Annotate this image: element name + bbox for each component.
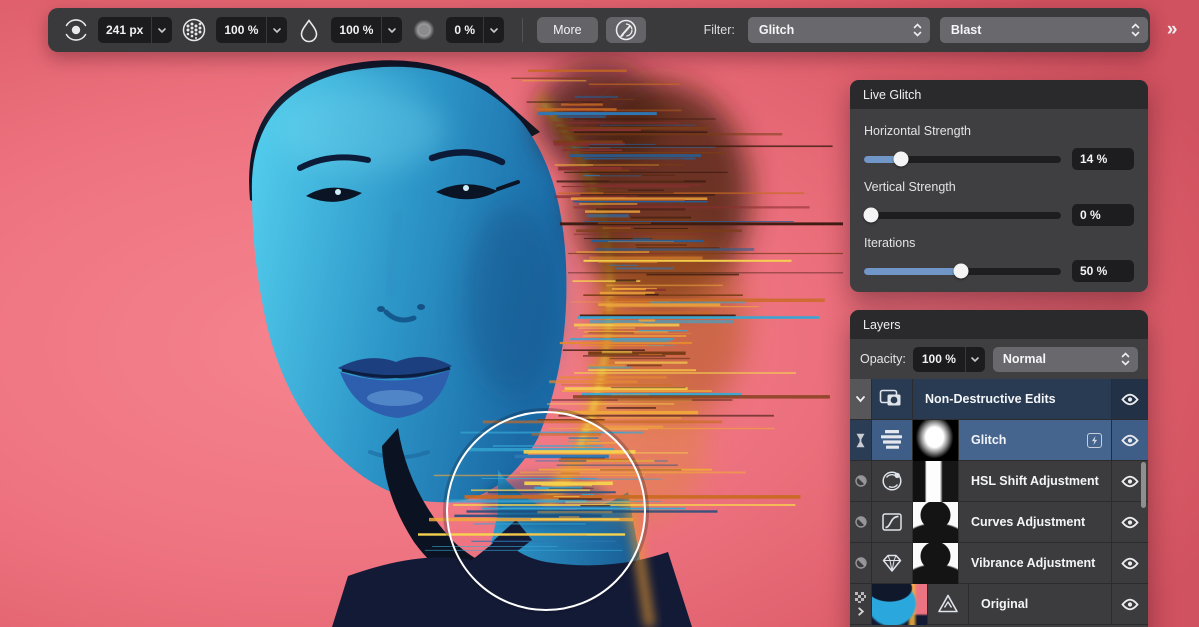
group-icon	[872, 379, 913, 419]
chevron-right-icon[interactable]	[857, 606, 865, 617]
visibility-eye-icon[interactable]	[1112, 543, 1148, 583]
visibility-eye-icon[interactable]	[1112, 502, 1148, 542]
flow-droplet-icon	[295, 16, 323, 44]
toolbar-overflow-button[interactable]: »	[1167, 19, 1178, 41]
chevron-down-icon[interactable]	[267, 27, 287, 34]
glitch-mask-thumbnail[interactable]	[913, 419, 959, 461]
chevron-down-icon[interactable]	[966, 356, 985, 363]
blend-mode-select[interactable]: Normal	[992, 346, 1138, 372]
layer-name[interactable]: Glitch	[959, 420, 1112, 460]
layer-opacity-value[interactable]: 100 %	[913, 352, 965, 366]
layers-options-row: Opacity: 100 % Normal	[850, 339, 1148, 379]
original-image-thumbnail[interactable]	[872, 583, 928, 625]
brush-width-value[interactable]: 241 px	[98, 23, 151, 37]
live-glitch-panel-title: Live Glitch	[850, 80, 1148, 109]
hardness-soft-circle-icon	[410, 16, 438, 44]
layer-name[interactable]: Original	[969, 584, 1112, 624]
layers-panel: Layers Opacity: 100 % Normal Non-Destruc…	[850, 310, 1148, 627]
live-glitch-panel: Live Glitch Horizontal Strength 14 % Ver…	[850, 80, 1148, 292]
curves-mask-thumbnail[interactable]	[913, 501, 959, 543]
brush-width-field[interactable]: 241 px	[98, 17, 173, 43]
checkerboard-icon	[855, 591, 866, 603]
chevron-down-icon[interactable]	[152, 27, 172, 34]
vertical-strength-value[interactable]: 0 %	[1072, 204, 1134, 226]
slider-thumb[interactable]	[893, 151, 909, 167]
flow-value[interactable]: 100 %	[331, 23, 381, 37]
visibility-eye-icon[interactable]	[1112, 420, 1148, 460]
opacity-halftone-icon	[180, 16, 208, 44]
wet-edges-brush-button[interactable]	[605, 17, 646, 43]
updown-chevrons-icon	[913, 23, 922, 37]
visibility-eye-icon[interactable]	[1112, 379, 1148, 419]
live-filter-badge-icon	[1087, 432, 1102, 448]
layer-row-glitch[interactable]: Glitch	[850, 419, 1148, 461]
layer-opacity-field[interactable]: 100 %	[912, 346, 985, 372]
hourglass-icon	[850, 420, 872, 460]
placed-image-triangle-icon	[928, 584, 969, 624]
curves-adjustment-icon	[872, 502, 913, 542]
vibrance-mask-thumbnail[interactable]	[913, 542, 959, 584]
layer-name[interactable]: HSL Shift Adjustment	[959, 461, 1112, 501]
live-glitch-filter-icon	[872, 420, 913, 460]
layers-panel-title: Layers	[850, 310, 1148, 339]
vibrance-gem-icon	[872, 543, 913, 583]
horizontal-strength-slider[interactable]	[864, 151, 1061, 167]
filter-category-value: Glitch	[758, 23, 795, 37]
adjustment-half-circle-icon	[850, 543, 872, 583]
blend-mode-value: Normal	[1002, 352, 1046, 366]
layer-row-hsl-shift-adjustment[interactable]: HSL Shift Adjustment	[850, 460, 1148, 502]
layer-name[interactable]: Curves Adjustment	[959, 502, 1112, 542]
hardness-value[interactable]: 0 %	[446, 23, 483, 37]
layers-scrollbar[interactable]	[1141, 462, 1146, 508]
adjustment-half-circle-icon	[850, 461, 872, 501]
vertical-strength-label: Vertical Strength	[864, 180, 956, 194]
expand-chevron-icon[interactable]	[850, 379, 872, 419]
slider-thumb[interactable]	[863, 207, 879, 223]
opacity-field[interactable]: 100 %	[216, 17, 288, 43]
chevron-down-icon[interactable]	[484, 27, 504, 34]
layer-name[interactable]: Vibrance Adjustment	[959, 543, 1112, 583]
toolbar-separator	[522, 18, 524, 42]
adjustment-half-circle-icon	[850, 502, 872, 542]
hsl-adjustment-icon	[872, 461, 913, 501]
brush-toolbar: 241 px 100 % 100 % 0 % More Filter: Glit…	[48, 8, 1177, 52]
iterations-value[interactable]: 50 %	[1072, 260, 1134, 282]
opacity-value[interactable]: 100 %	[216, 23, 266, 37]
original-row-gutter[interactable]	[850, 584, 872, 624]
layer-row-vibrance-adjustment[interactable]: Vibrance Adjustment	[850, 542, 1148, 584]
more-button[interactable]: More	[537, 17, 598, 43]
layer-row-curves-adjustment[interactable]: Curves Adjustment	[850, 501, 1148, 543]
hsl-mask-thumbnail[interactable]	[913, 460, 959, 502]
filter-label: Filter:	[703, 23, 735, 37]
layer-row-non-destructive-edits[interactable]: Non-Destructive Edits	[850, 379, 1148, 420]
app-window: 241 px 100 % 100 % 0 % More Filter: Glit…	[0, 0, 1199, 627]
hardness-field[interactable]: 0 %	[446, 17, 505, 43]
flow-field[interactable]: 100 %	[331, 17, 403, 43]
vertical-strength-slider[interactable]	[863, 207, 1061, 223]
updown-chevrons-icon	[1121, 352, 1130, 366]
horizontal-strength-value[interactable]: 14 %	[1072, 148, 1134, 170]
chevron-down-icon[interactable]	[382, 27, 402, 34]
horizontal-strength-label: Horizontal Strength	[864, 124, 972, 138]
layer-name[interactable]: Non-Destructive Edits	[913, 379, 1112, 419]
iterations-label: Iterations	[864, 236, 916, 250]
visibility-eye-icon[interactable]	[1112, 584, 1148, 624]
brush-width-icon	[62, 16, 90, 44]
filter-category-select[interactable]: Glitch	[747, 17, 930, 43]
updown-chevrons-icon	[1131, 23, 1140, 37]
slider-thumb[interactable]	[953, 263, 969, 279]
filter-type-select[interactable]: Blast	[939, 17, 1148, 43]
iterations-slider[interactable]	[864, 263, 1061, 279]
opacity-label: Opacity:	[860, 352, 906, 366]
layer-row-original[interactable]: Original	[850, 583, 1148, 625]
filter-type-value: Blast	[950, 23, 982, 37]
